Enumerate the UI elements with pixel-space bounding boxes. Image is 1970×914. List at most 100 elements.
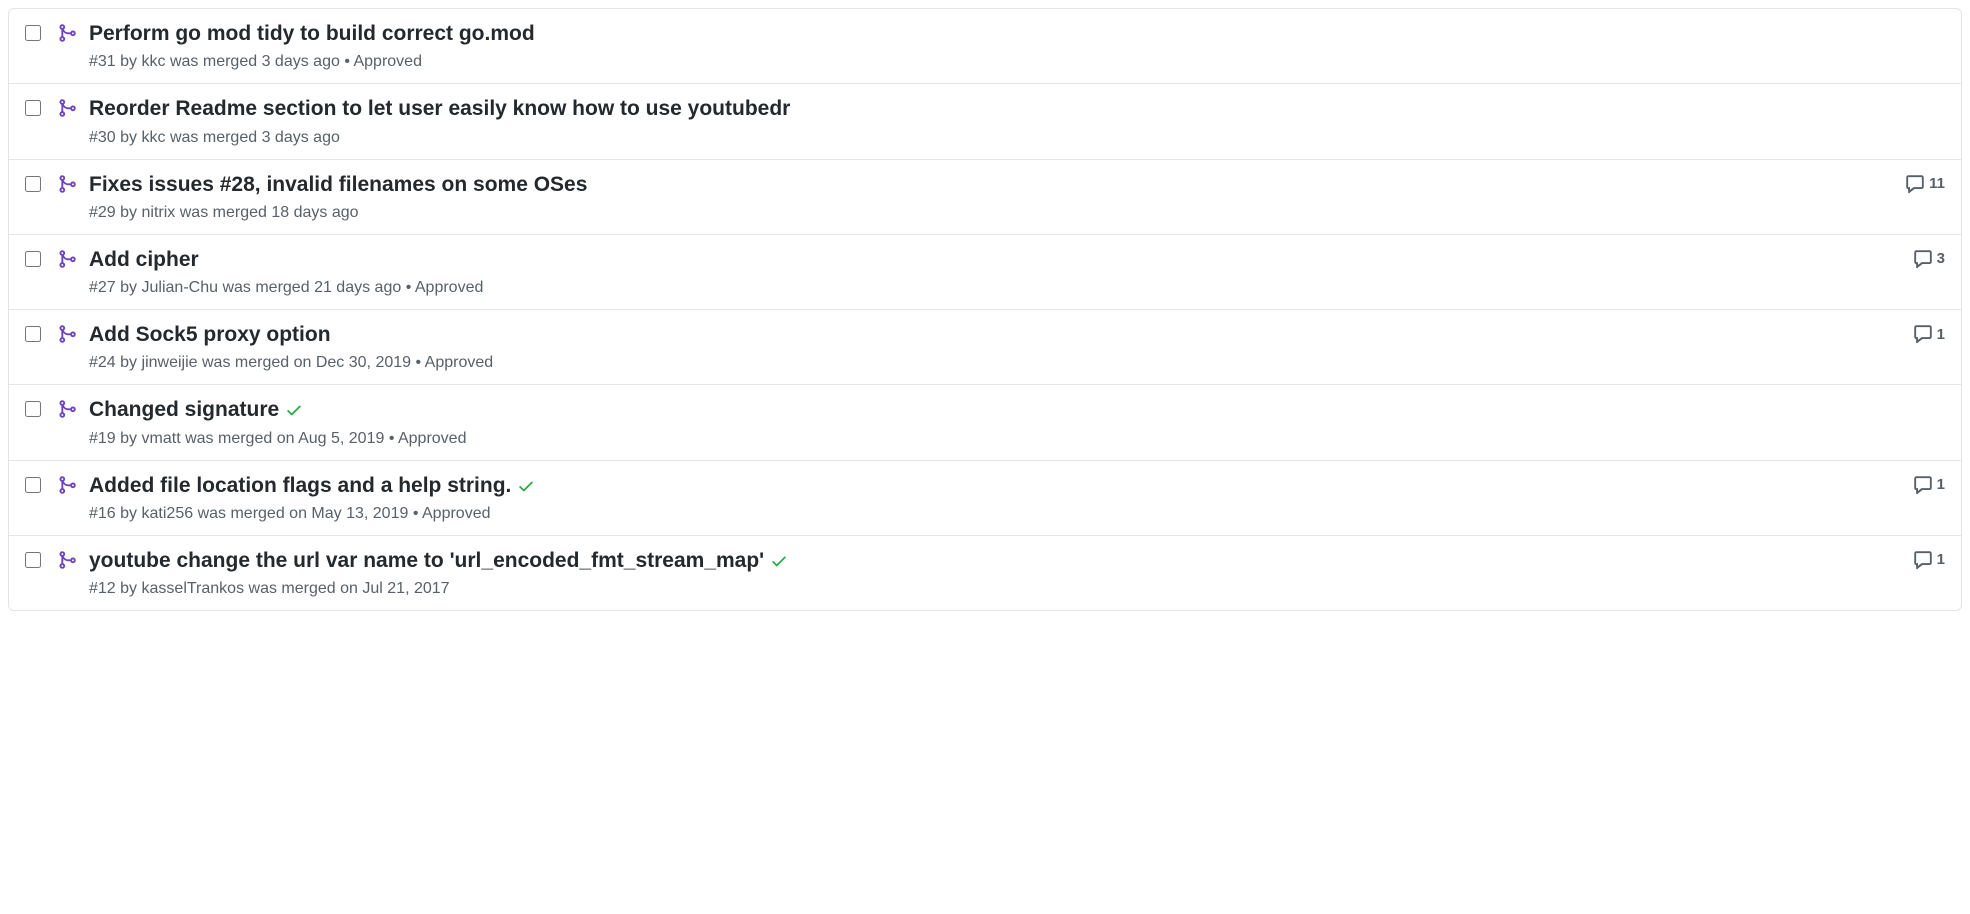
comments-link[interactable]: 1 <box>1913 475 1945 495</box>
was-merged-label: was merged <box>180 204 267 221</box>
merged-pr-icon <box>57 550 77 570</box>
pr-title-link[interactable]: Added file location flags and a help str… <box>89 474 511 497</box>
row-checkbox-wrapper <box>25 552 41 571</box>
approved-label: Approved <box>413 505 491 522</box>
pr-main: Add Sock5 proxy option #24 by jinweijie w… <box>89 322 1897 372</box>
select-pr-checkbox[interactable] <box>25 552 41 568</box>
by-label: by <box>120 279 137 296</box>
row-checkbox-wrapper <box>25 251 41 270</box>
approved-label: Approved <box>344 53 422 70</box>
pr-side: 11 <box>1905 174 1945 194</box>
by-label: by <box>120 354 137 371</box>
by-label: by <box>120 505 137 522</box>
comments-link[interactable]: 3 <box>1913 249 1945 269</box>
comments-count: 11 <box>1929 175 1945 192</box>
pr-number: #29 <box>89 204 116 221</box>
was-merged-label: was merged <box>185 430 272 447</box>
by-label: by <box>120 204 137 221</box>
select-pr-checkbox[interactable] <box>25 251 41 267</box>
select-pr-checkbox[interactable] <box>25 477 41 493</box>
pr-author[interactable]: kkc <box>142 129 166 146</box>
merged-pr-icon <box>57 174 77 194</box>
pr-merged-time: 21 days ago <box>314 279 401 296</box>
pr-author[interactable]: kkc <box>142 53 166 70</box>
select-pr-checkbox[interactable] <box>25 326 41 342</box>
was-merged-label: was merged <box>170 129 257 146</box>
pull-request-row: Reorder Readme section to let user easil… <box>9 83 1961 158</box>
pr-merged-time: on May 13, 2019 <box>289 505 408 522</box>
pr-merged-time: 3 days ago <box>262 53 340 70</box>
pr-meta: #27 by Julian-Chu was merged 21 days ago… <box>89 279 1897 297</box>
pr-merged-time: on Jul 21, 2017 <box>340 580 449 597</box>
pull-request-row: Changed signature #19 by vmatt was merge… <box>9 384 1961 459</box>
pr-side: 3 <box>1913 249 1945 269</box>
select-pr-checkbox[interactable] <box>25 25 41 41</box>
merged-pr-icon <box>57 249 77 269</box>
pr-number: #12 <box>89 580 116 597</box>
select-pr-checkbox[interactable] <box>25 176 41 192</box>
merged-pr-icon <box>57 324 77 344</box>
pr-merged-time: on Dec 30, 2019 <box>294 354 411 371</box>
success-check-icon[interactable] <box>770 552 788 570</box>
row-checkbox-wrapper <box>25 326 41 345</box>
pr-title-link[interactable]: Fixes issues #28, invalid filenames on s… <box>89 173 587 196</box>
approved-label: Approved <box>415 354 493 371</box>
pr-number: #27 <box>89 279 116 296</box>
success-check-icon[interactable] <box>285 401 303 419</box>
pr-main: Add cipher #27 by Julian-Chu was merged 2… <box>89 247 1897 297</box>
row-checkbox-wrapper <box>25 477 41 496</box>
pr-merged-time: 18 days ago <box>271 204 358 221</box>
pr-author[interactable]: jinweijie <box>142 354 198 371</box>
pr-author[interactable]: kasselTrankos <box>142 580 245 597</box>
was-merged-label: was merged <box>222 279 309 296</box>
pr-title-link[interactable]: Reorder Readme section to let user easil… <box>89 97 790 120</box>
merged-pr-icon <box>57 399 77 419</box>
pull-request-list: Perform go mod tidy to build correct go.… <box>8 8 1962 611</box>
comments-link[interactable]: 11 <box>1905 174 1945 194</box>
pr-number: #24 <box>89 354 116 371</box>
pr-meta: #19 by vmatt was merged on Aug 5, 2019 A… <box>89 430 1929 448</box>
by-label: by <box>120 430 137 447</box>
pr-author[interactable]: nitrix <box>142 204 176 221</box>
select-pr-checkbox[interactable] <box>25 401 41 417</box>
by-label: by <box>120 53 137 70</box>
pr-side: 1 <box>1913 324 1945 344</box>
approved-text: Approved <box>415 279 484 296</box>
comments-link[interactable]: 1 <box>1913 550 1945 570</box>
row-checkbox-wrapper <box>25 401 41 420</box>
pr-author[interactable]: vmatt <box>142 430 181 447</box>
row-checkbox-wrapper <box>25 176 41 195</box>
pull-request-row: Fixes issues #28, invalid filenames on s… <box>9 159 1961 234</box>
pr-number: #19 <box>89 430 116 447</box>
pr-number: #16 <box>89 505 116 522</box>
select-pr-checkbox[interactable] <box>25 100 41 116</box>
pr-author[interactable]: Julian-Chu <box>142 279 218 296</box>
approved-text: Approved <box>398 430 467 447</box>
pull-request-row: Perform go mod tidy to build correct go.… <box>9 9 1961 83</box>
pr-title-link[interactable]: Perform go mod tidy to build correct go.… <box>89 22 535 45</box>
pr-main: Reorder Readme section to let user easil… <box>89 96 1929 146</box>
pr-title-link[interactable]: youtube change the url var name to 'url_… <box>89 549 764 572</box>
pr-author[interactable]: kati256 <box>142 505 194 522</box>
row-checkbox-wrapper <box>25 25 41 44</box>
pr-title-link[interactable]: Add cipher <box>89 248 199 271</box>
pr-merged-time: on Aug 5, 2019 <box>277 430 385 447</box>
pr-meta: #24 by jinweijie was merged on Dec 30, 2… <box>89 354 1897 372</box>
success-check-icon[interactable] <box>517 477 535 495</box>
pull-request-row: Add Sock5 proxy option #24 by jinweijie w… <box>9 309 1961 384</box>
pr-title-link[interactable]: Add Sock5 proxy option <box>89 323 331 346</box>
pr-main: Perform go mod tidy to build correct go.… <box>89 21 1929 71</box>
pr-meta: #31 by kkc was merged 3 days ago Approve… <box>89 53 1929 71</box>
was-merged-label: was merged <box>170 53 257 70</box>
comments-count: 1 <box>1937 476 1945 493</box>
approved-label: Approved <box>389 430 467 447</box>
comments-link[interactable]: 1 <box>1913 324 1945 344</box>
pr-title-link[interactable]: Changed signature <box>89 398 279 421</box>
by-label: by <box>120 580 137 597</box>
pr-meta: #12 by kasselTrankos was merged on Jul 2… <box>89 580 1897 598</box>
pr-number: #31 <box>89 53 116 70</box>
pull-request-row: Added file location flags and a help str… <box>9 460 1961 535</box>
was-merged-label: was merged <box>249 580 336 597</box>
pr-main: Fixes issues #28, invalid filenames on s… <box>89 172 1889 222</box>
merged-pr-icon <box>57 98 77 118</box>
